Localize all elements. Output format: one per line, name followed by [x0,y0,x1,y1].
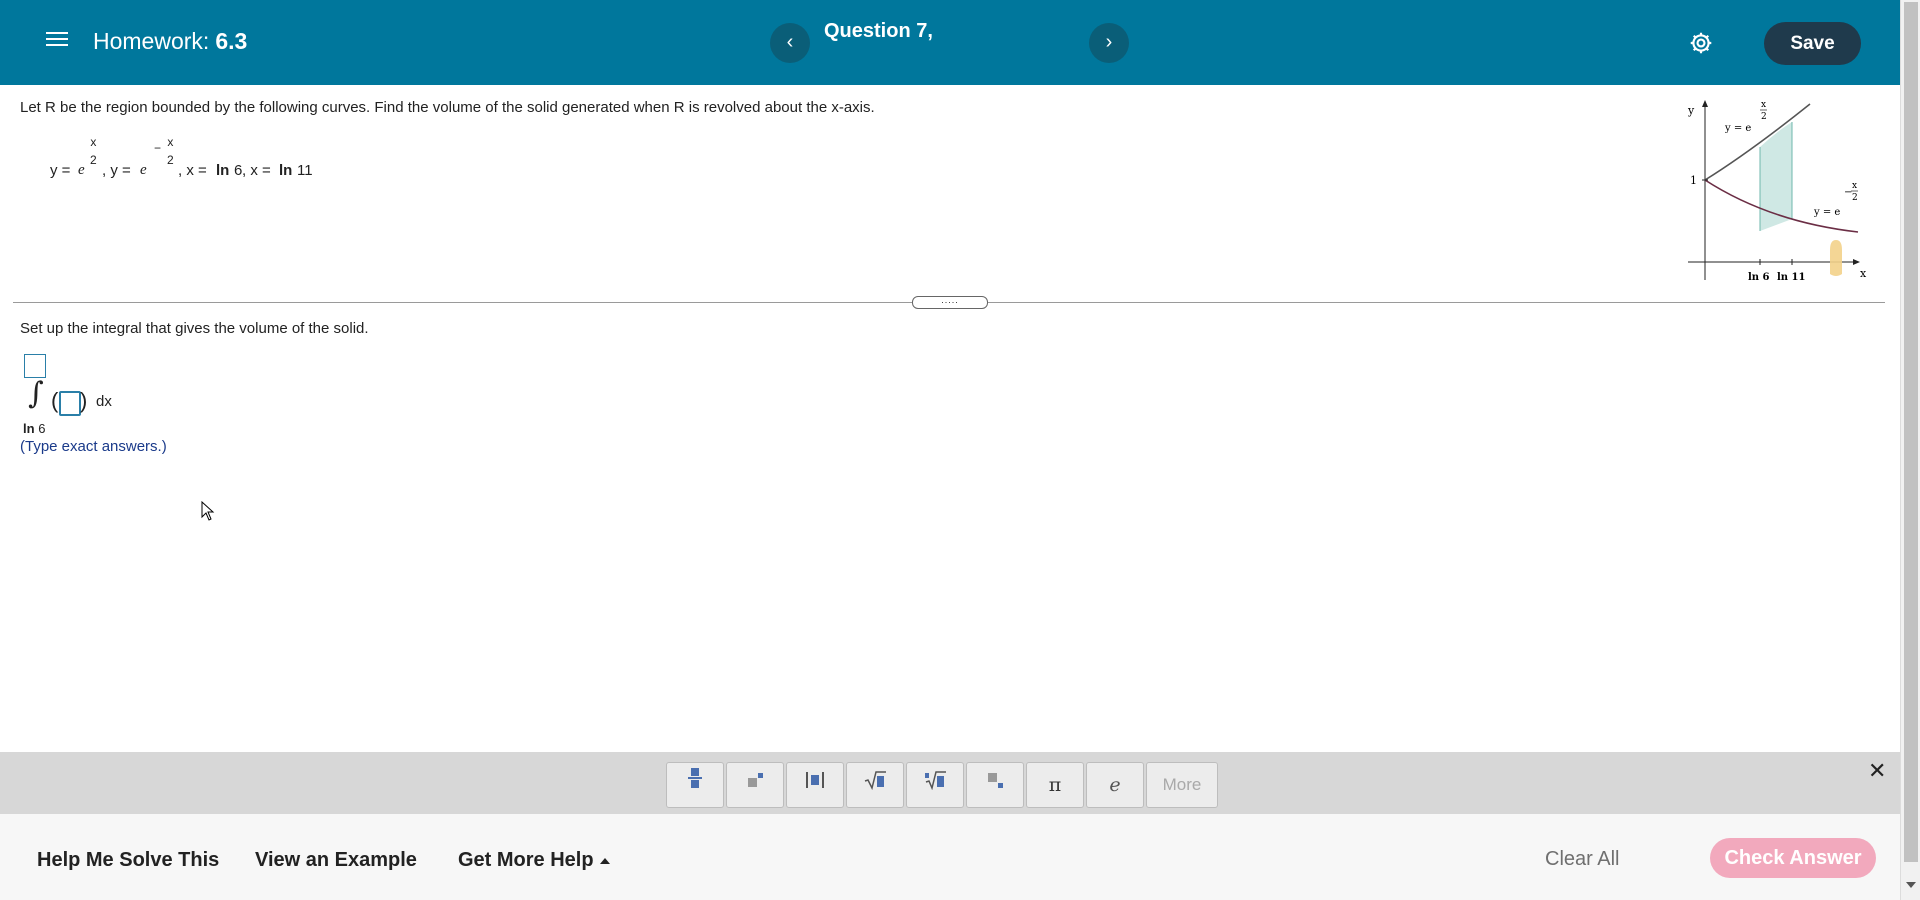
tick-label-ln11: ln 11 [1777,272,1805,283]
eq-exponent-2: x 2 [167,135,174,167]
check-answer-button[interactable]: Check Answer [1710,838,1876,878]
clear-all-button[interactable]: Clear All [1545,848,1619,871]
absolute-value-icon [806,772,824,788]
chevron-left-icon: ‹ [786,31,794,53]
e-button[interactable]: e [1086,762,1144,808]
exponent-button[interactable] [726,762,784,808]
curve-e-x-over-2 [1704,103,1811,181]
region-figure: 1 y x y = e x 2 y = e − x 2 ln 6 ln 11 [1687,100,1867,283]
x-label: x [1860,267,1867,280]
view-example-link[interactable]: View an Example [255,849,417,872]
problem-prompt: Let R be the region bounded by the follo… [20,99,875,116]
exact-answer-hint: (Type exact answers.) [20,438,167,455]
lower-limit-ln: ln [23,421,35,436]
eq-sep2: , x = [178,162,207,179]
top-bar: Homework: 6.3 ‹ Question 7, › Save [0,0,1900,85]
homework-label: Homework: [93,28,210,54]
exponent-icon [748,773,763,787]
square-root-icon [864,771,886,791]
get-more-help-link[interactable]: Get More Help [458,849,610,872]
setup-instruction: Set up the integral that gives the volum… [20,320,369,337]
mouse-cursor-icon [201,501,215,521]
label-one: 1 [1690,174,1697,187]
math-palette: π e More ✕ [0,752,1900,814]
upper-exp-num: x [1761,100,1766,110]
eq-ln-a: ln [216,162,230,179]
eq-exponent-1: x 2 [90,135,97,167]
divider-resize-handle[interactable]: ..... [912,296,988,309]
nth-root-icon [925,771,946,791]
lower-exp-num: x [1852,181,1857,191]
y-label: y [1687,104,1695,117]
fraction-icon [688,768,702,788]
lower-curve-label: y = e [1813,207,1840,218]
subscript-icon [988,773,1003,788]
upper-curve-label: y = e [1724,123,1751,134]
eq-eleven: 11 [297,162,313,179]
x-axis-arrow-icon [1853,259,1860,265]
lower-exp-den: 2 [1852,193,1858,203]
homework-number: 6.3 [215,28,248,54]
open-paren: ( [51,388,59,413]
get-more-help-label: Get More Help [458,849,594,871]
nth-root-button[interactable] [906,762,964,808]
eq-exp2-num: x [167,135,174,149]
footer-bar: Help Me Solve This View an Example Get M… [0,814,1900,900]
upper-exp-den: 2 [1761,112,1767,122]
question-title: Question 7, [824,20,933,42]
eq-exp2-den: 2 [167,153,174,167]
close-paren: ) [80,388,88,413]
hamburger-menu-icon[interactable] [46,28,68,50]
vertical-scrollbar[interactable] [1900,0,1920,900]
lower-limit-value: 6 [38,421,46,436]
help-me-solve-link[interactable]: Help Me Solve This [37,849,219,872]
absolute-value-button[interactable] [786,762,844,808]
tick-label-ln6: ln 6 [1748,272,1770,283]
eq-exp1-num: x [90,135,97,149]
close-palette-icon[interactable]: ✕ [1868,758,1886,784]
dx-label: dx [96,393,112,410]
homework-title: Homework: 6.3 [93,28,247,55]
eq-ln-b: ln [279,162,293,179]
more-button[interactable]: More [1146,762,1218,808]
gear-icon[interactable] [1688,30,1714,56]
eq-e1: e [78,162,85,178]
eq-sep1: , y = [102,162,131,179]
caret-up-icon [599,857,610,864]
eq-sep3: , x = [242,162,271,179]
integrand-input[interactable] [59,391,81,416]
previous-question-button[interactable]: ‹ [770,23,810,63]
subscript-button[interactable] [966,762,1024,808]
upper-limit-input[interactable] [24,354,46,378]
eq-minus: − [154,141,162,155]
next-question-button[interactable]: › [1089,23,1129,63]
pointer-hand-icon[interactable] [1830,240,1842,276]
curves-equation: y = e x 2 , y = e − x 2 , x = ln 6 , x =… [50,132,370,182]
pi-button[interactable]: π [1026,762,1084,808]
eq-e2: e [140,162,147,178]
integral-icon: ∫ [28,376,44,411]
save-button[interactable]: Save [1764,22,1861,65]
square-root-button[interactable] [846,762,904,808]
fraction-button[interactable] [666,762,724,808]
y-axis-arrow-icon [1702,100,1708,107]
scroll-down-arrow-icon[interactable] [1906,882,1916,888]
scrollbar-thumb[interactable] [1904,2,1918,862]
chevron-right-icon: › [1105,31,1113,53]
eq-y1: y = [50,162,71,179]
lower-limit: ln 6 [23,421,45,436]
eq-exp1-den: 2 [90,153,97,167]
